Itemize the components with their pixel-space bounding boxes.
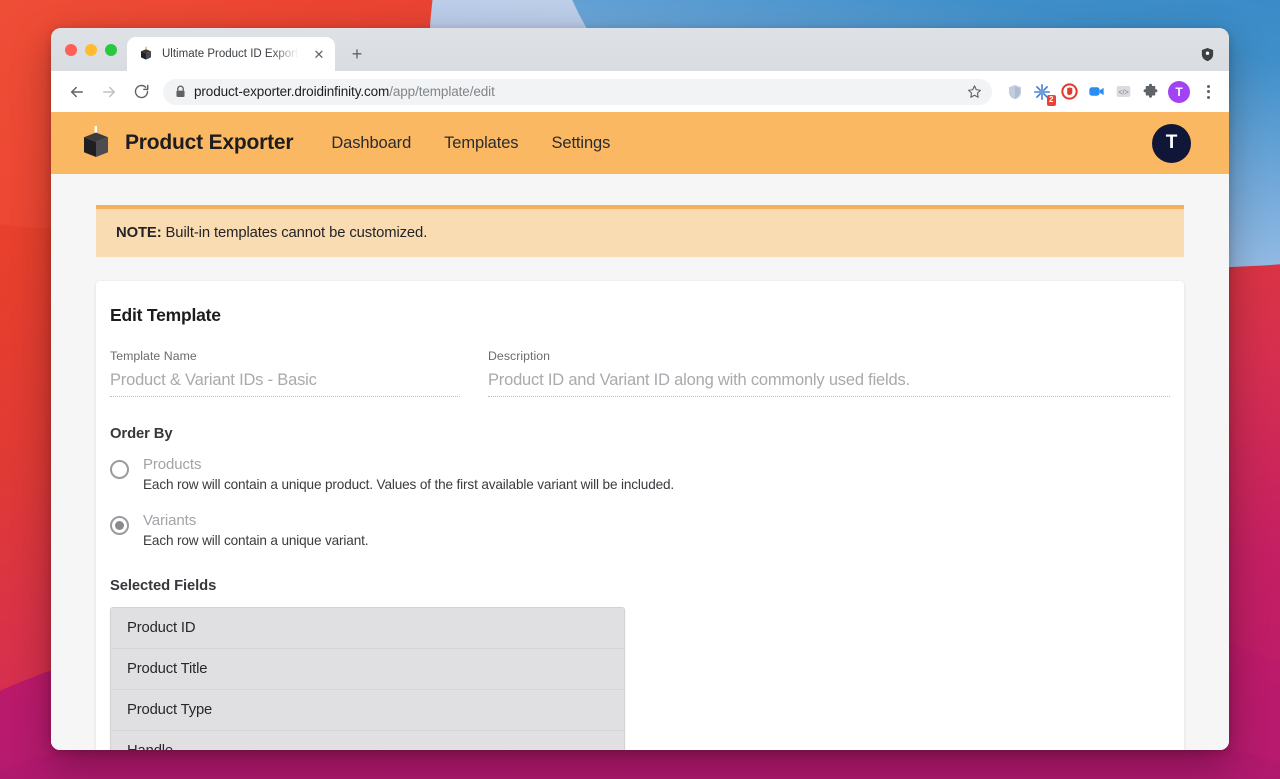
radio-products-texts: Products Each row will contain a unique … [143, 455, 674, 494]
selected-fields-title: Selected Fields [110, 578, 217, 595]
close-window-button[interactable] [65, 43, 77, 56]
svg-text:</>: </> [1118, 87, 1129, 96]
page-body: NOTE: Built-in templates cannot be custo… [51, 174, 1229, 750]
app-brand-name: Product Exporter [125, 131, 294, 154]
menu-dot-1 [1206, 84, 1210, 88]
radio-variants[interactable] [110, 515, 129, 535]
reload-button[interactable] [127, 78, 155, 106]
nav-link-settings[interactable]: Settings [551, 134, 610, 153]
radio-variants-texts: Variants Each row will contain a unique … [143, 511, 369, 550]
lock-icon [176, 85, 185, 97]
cube-logo-icon [84, 126, 108, 157]
forward-arrow-icon [103, 86, 115, 97]
minimize-window-button[interactable] [85, 43, 97, 56]
video-camera-icon[interactable] [1085, 81, 1107, 103]
new-tab-button[interactable]: + [343, 40, 371, 68]
description-label: Description [488, 349, 551, 363]
close-tab-button[interactable]: ✕ [311, 46, 327, 62]
page-viewport: Product Exporter Dashboard Templates Set… [51, 112, 1229, 750]
radio-products[interactable] [110, 460, 129, 479]
description-input[interactable]: Product ID and Variant ID along with com… [488, 363, 1170, 397]
snowflake-extension-icon[interactable]: 2 [1031, 81, 1056, 106]
template-name-field: Template Name Product & Variant IDs - Ba… [110, 349, 460, 397]
tab-search-shield-icon[interactable] [1200, 47, 1215, 62]
stop-hand-icon[interactable] [1058, 81, 1080, 103]
back-button[interactable] [63, 78, 91, 106]
order-by-option-variants[interactable]: Variants Each row will contain a unique … [110, 511, 1170, 550]
browser-window: Ultimate Product ID Exporter | E ✕ + [51, 28, 1229, 750]
back-arrow-icon [71, 86, 83, 97]
video-camera-glyph [1088, 87, 1104, 96]
tabstrip-right-controls [1200, 47, 1215, 62]
puzzle-piece-icon[interactable] [1139, 81, 1161, 103]
window-traffic-lights [63, 28, 127, 71]
address-bar-url: product-exporter.droidinfinity.com/app/t… [194, 84, 495, 99]
shield-glyph [1009, 84, 1021, 99]
list-item[interactable]: Product Type [111, 690, 624, 732]
nav-link-dashboard[interactable]: Dashboard [331, 134, 411, 153]
reload-icon [134, 84, 148, 99]
template-fields-row: Template Name Product & Variant IDs - Ba… [110, 349, 1170, 397]
radio-products-description: Each row will contain a unique product. … [143, 477, 675, 493]
url-domain: product-exporter.droidinfinity.com [194, 84, 390, 99]
browser-tab-strip: Ultimate Product ID Exporter | E ✕ + [51, 28, 1229, 71]
forward-button[interactable] [95, 78, 123, 106]
note-text: Built-in templates cannot be customized. [161, 225, 428, 241]
bookmark-button[interactable] [962, 80, 986, 104]
order-by-title: Order By [110, 426, 173, 442]
menu-dot-3 [1206, 95, 1210, 99]
three-dot-menu-icon[interactable] [1197, 80, 1219, 104]
selected-fields-list: Product ID Product Title Product Type Ha… [110, 607, 625, 750]
app-nav: Dashboard Templates Settings [331, 134, 610, 153]
extension-badge-count: 2 [1046, 94, 1056, 106]
menu-dot-2 [1206, 90, 1210, 93]
extensions-area: 2 </> T [1002, 80, 1219, 106]
app-header: Product Exporter Dashboard Templates Set… [51, 112, 1229, 174]
description-field: Description Product ID and Variant ID al… [488, 349, 1170, 397]
note-prefix: NOTE: [116, 225, 162, 241]
info-note-banner: NOTE: Built-in templates cannot be custo… [96, 205, 1184, 257]
desktop-wallpaper: Ultimate Product ID Exporter | E ✕ + [0, 0, 1280, 779]
app-brand[interactable]: Product Exporter [81, 126, 294, 160]
address-bar[interactable]: product-exporter.droidinfinity.com/app/t… [163, 78, 992, 105]
shield-icon[interactable] [1004, 81, 1026, 103]
card-inner: Edit Template Template Name Product & Va… [110, 305, 1170, 750]
browser-tab-title: Ultimate Product ID Exporter | E [162, 48, 303, 60]
url-path: /app/template/edit [389, 84, 495, 99]
maximize-window-button[interactable] [105, 43, 117, 56]
star-icon [967, 85, 981, 98]
list-item[interactable]: Product ID [111, 608, 624, 650]
browser-tab[interactable]: Ultimate Product ID Exporter | E ✕ [127, 37, 335, 71]
box-favicon [141, 46, 151, 60]
edit-template-card: Edit Template Template Name Product & Va… [96, 281, 1184, 750]
order-by-radio-group: Products Each row will contain a unique … [110, 455, 1170, 549]
page-title: Edit Template [110, 305, 221, 325]
template-name-label: Template Name [110, 349, 197, 363]
list-item[interactable]: Product Title [111, 649, 624, 691]
user-avatar[interactable]: T [1152, 123, 1191, 163]
browser-toolbar: product-exporter.droidinfinity.com/app/t… [51, 71, 1229, 112]
template-name-input[interactable]: Product & Variant IDs - Basic [110, 363, 460, 397]
code-brackets-icon[interactable]: </> [1112, 81, 1134, 103]
radio-variants-label: Variants [143, 511, 197, 529]
puzzle-piece-glyph [1143, 83, 1157, 98]
radio-variants-description: Each row will contain a unique variant. [143, 532, 369, 548]
radio-products-label: Products [143, 456, 202, 473]
stop-hand-glyph [1060, 83, 1078, 100]
browser-profile-avatar[interactable]: T [1168, 80, 1190, 103]
list-item[interactable]: Handle [111, 731, 624, 750]
order-by-option-products[interactable]: Products Each row will contain a unique … [110, 455, 1170, 494]
code-brackets-glyph: </> [1116, 85, 1130, 98]
nav-link-templates[interactable]: Templates [444, 134, 518, 153]
